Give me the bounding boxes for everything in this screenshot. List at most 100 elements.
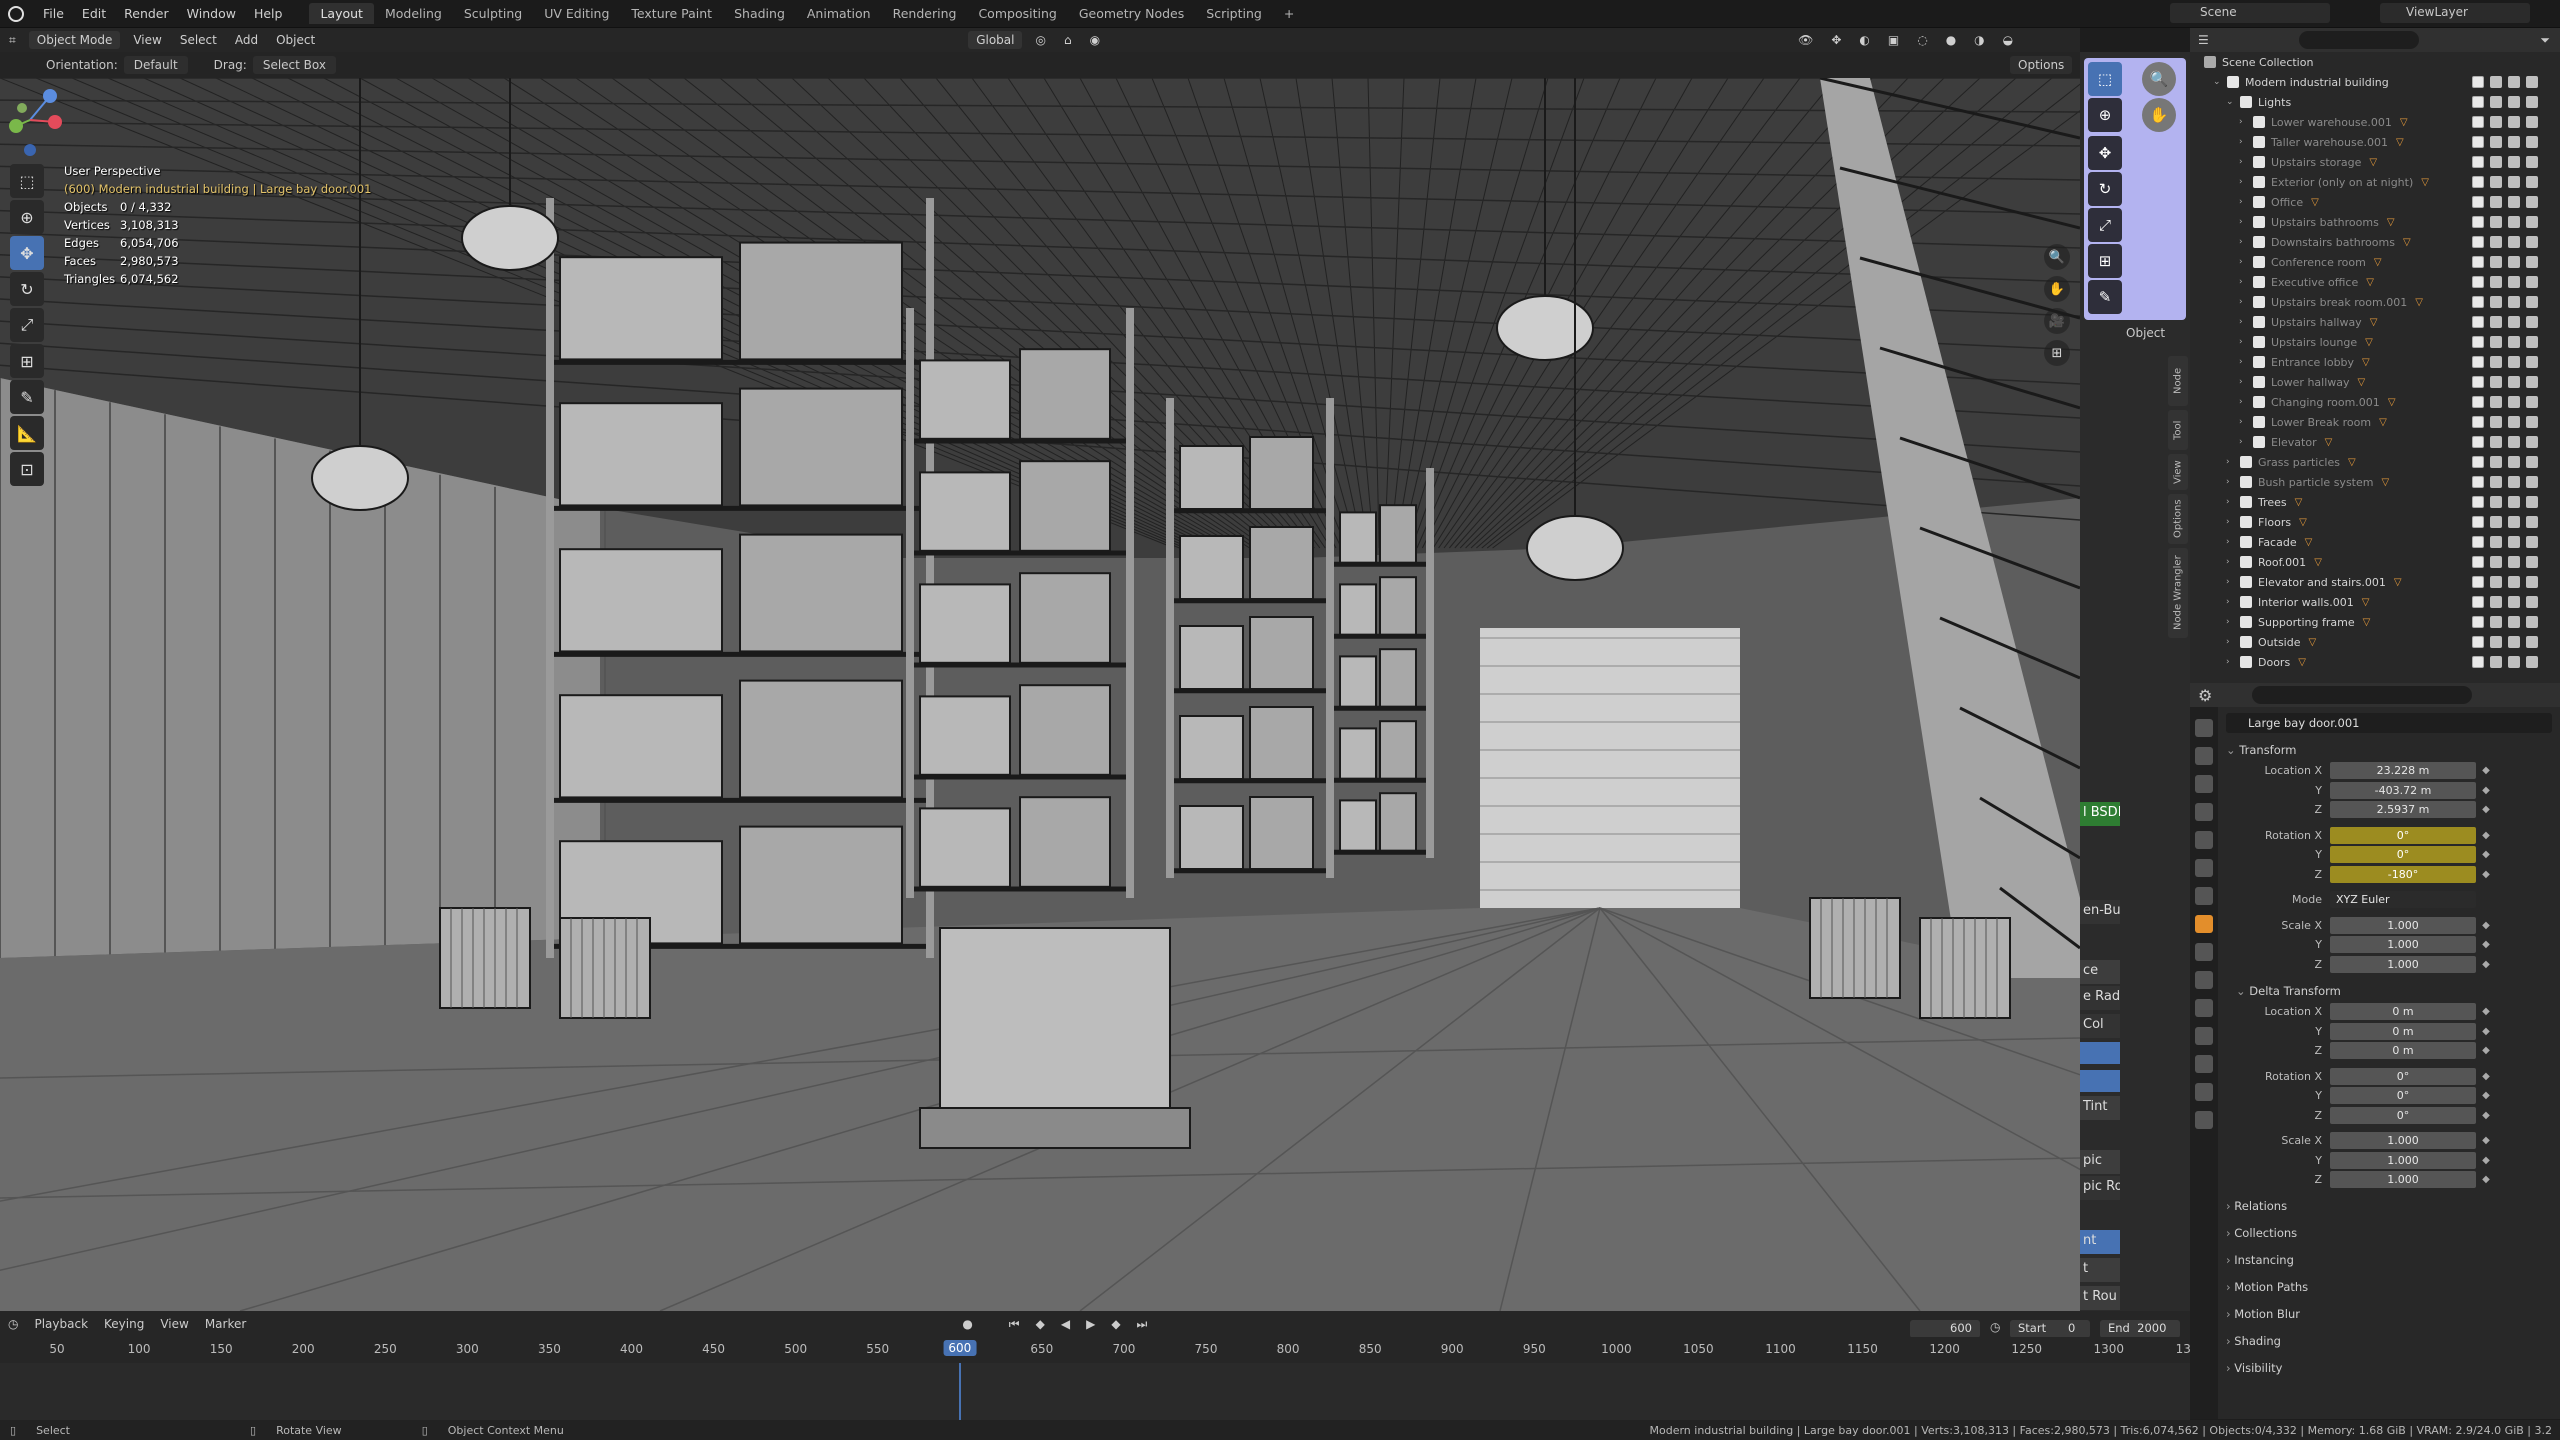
camera-icon[interactable] <box>2508 296 2520 308</box>
eye-icon[interactable] <box>2490 516 2502 528</box>
camera-icon[interactable] <box>2508 156 2520 168</box>
expand-arrow-icon[interactable]: › <box>2226 577 2236 587</box>
expand-arrow-icon[interactable]: › <box>2226 477 2236 487</box>
workspace-tab-animation[interactable]: Animation <box>796 3 882 24</box>
render-icon[interactable] <box>2526 336 2538 348</box>
checkbox-icon[interactable] <box>2472 416 2484 428</box>
checkbox-icon[interactable] <box>2472 156 2484 168</box>
eye-icon[interactable] <box>2490 596 2502 608</box>
eye-icon[interactable] <box>2490 256 2502 268</box>
material-tab-icon[interactable] <box>2195 1083 2213 1101</box>
render-icon[interactable] <box>2526 516 2538 528</box>
property-value-field[interactable]: 1.000 <box>2330 936 2476 954</box>
property-value-field[interactable]: -180° <box>2330 865 2476 883</box>
timeline-menu-marker[interactable]: Marker <box>197 1317 254 1331</box>
eye-icon[interactable] <box>2490 396 2502 408</box>
collapsed-section[interactable]: Relations <box>2226 1199 2552 1217</box>
filter-icon[interactable]: ⏷ <box>2540 33 2560 48</box>
property-value-field[interactable]: 0 m <box>2330 1042 2476 1060</box>
render-icon[interactable] <box>2526 96 2538 108</box>
camera-icon[interactable] <box>2508 396 2520 408</box>
collapsed-section[interactable]: Collections <box>2226 1226 2552 1244</box>
outliner-item[interactable]: ⌄ Lights <box>2190 92 2560 112</box>
property-value-field[interactable]: 2.5937 m <box>2330 801 2476 819</box>
eye-icon[interactable] <box>2490 376 2502 388</box>
expand-arrow-icon[interactable]: › <box>2226 557 2236 567</box>
eye-icon[interactable] <box>2490 216 2502 228</box>
collapsed-section[interactable]: Motion Paths <box>2226 1280 2552 1298</box>
expand-arrow-icon[interactable]: › <box>2239 277 2249 287</box>
expand-arrow-icon[interactable]: › <box>2239 217 2249 227</box>
cursor-tool-icon[interactable]: ⊕ <box>10 200 44 234</box>
node-select-icon[interactable]: ⬚ <box>2088 62 2122 96</box>
property-value-field[interactable]: 0 m <box>2330 1003 2476 1021</box>
checkbox-icon[interactable] <box>2472 216 2484 228</box>
camera-icon[interactable] <box>2508 276 2520 288</box>
render-icon[interactable] <box>2526 176 2538 188</box>
camera-icon[interactable] <box>2508 196 2520 208</box>
camera-icon[interactable] <box>2508 76 2520 88</box>
node-scale-icon[interactable]: ⤢ <box>2088 208 2122 242</box>
overlay-icon[interactable]: ◐ <box>1850 33 1878 47</box>
keyframe-icon[interactable]: ◆ <box>2476 1045 2496 1056</box>
mode-dropdown[interactable]: Object Mode <box>28 31 121 49</box>
texture-tab-icon[interactable] <box>2195 1111 2213 1129</box>
render-icon[interactable] <box>2526 496 2538 508</box>
render-icon[interactable] <box>2526 116 2538 128</box>
checkbox-icon[interactable] <box>2472 456 2484 468</box>
editor-type-icon[interactable]: ⌗ <box>0 33 25 48</box>
shading-material-icon[interactable]: ◑ <box>1965 33 1993 47</box>
color-swatch-1[interactable] <box>2080 1042 2120 1064</box>
camera-icon[interactable] <box>2508 356 2520 368</box>
expand-arrow-icon[interactable]: › <box>2239 177 2249 187</box>
eye-icon[interactable] <box>2490 156 2502 168</box>
outliner-item[interactable]: › Lower Break room ▽ <box>2190 412 2560 432</box>
camera-icon[interactable] <box>2508 316 2520 328</box>
3d-viewport[interactable]: ⬚ ⊕ ✥ ↻ ⤢ ⊞ ✎ 📐 ⊡ User Perspective (600)… <box>0 78 2080 1311</box>
expand-arrow-icon[interactable]: › <box>2239 337 2249 347</box>
render-icon[interactable] <box>2526 276 2538 288</box>
checkbox-icon[interactable] <box>2472 296 2484 308</box>
checkbox-icon[interactable] <box>2472 536 2484 548</box>
expand-arrow-icon[interactable]: › <box>2226 637 2236 647</box>
tab-view[interactable]: View <box>2168 454 2188 490</box>
keyframe-icon[interactable]: ◆ <box>2476 959 2496 970</box>
outliner-editor-icon[interactable]: ☰ <box>2190 33 2209 47</box>
visibility-icon[interactable]: 👁 <box>1789 33 1822 47</box>
render-icon[interactable] <box>2526 436 2538 448</box>
keyframe-icon[interactable]: ◆ <box>2476 765 2496 776</box>
outliner-item[interactable]: › Lower hallway ▽ <box>2190 372 2560 392</box>
node-transform-icon[interactable]: ⊞ <box>2088 244 2122 278</box>
checkbox-icon[interactable] <box>2472 556 2484 568</box>
render-icon[interactable] <box>2526 556 2538 568</box>
grid-toggle-icon[interactable]: ⊞ <box>2044 340 2070 366</box>
eye-icon[interactable] <box>2490 496 2502 508</box>
property-value-field[interactable]: 1.000 <box>2330 916 2476 934</box>
particles-tab-icon[interactable] <box>2195 971 2213 989</box>
expand-arrow-icon[interactable]: › <box>2239 137 2249 147</box>
camera-icon[interactable] <box>2508 136 2520 148</box>
view-layer-selector[interactable]: ViewLayer <box>2380 3 2530 23</box>
navigation-gizmo-icon[interactable] <box>0 78 70 168</box>
viewport-menu-view[interactable]: View <box>124 33 170 47</box>
node-annotate-icon[interactable]: ✎ <box>2088 280 2122 314</box>
camera-icon[interactable] <box>2508 636 2520 648</box>
eye-icon[interactable] <box>2490 576 2502 588</box>
eye-icon[interactable] <box>2490 616 2502 628</box>
camera-icon[interactable] <box>2508 236 2520 248</box>
outliner-item[interactable]: › Downstairs bathrooms ▽ <box>2190 232 2560 252</box>
prev-keyframe-icon[interactable]: ◆ <box>1028 1317 1053 1331</box>
outliner-item[interactable]: › Exterior (only on at night) ▽ <box>2190 172 2560 192</box>
camera-icon[interactable] <box>2508 476 2520 488</box>
outliner-item[interactable]: › Upstairs bathrooms ▽ <box>2190 212 2560 232</box>
collapsed-section[interactable]: Shading <box>2226 1334 2552 1352</box>
property-value-field[interactable]: 0° <box>2330 826 2476 844</box>
keyframe-icon[interactable]: ◆ <box>2476 1090 2496 1101</box>
end-frame-field[interactable]: End 2000 <box>2100 1320 2180 1338</box>
node-rotate-icon[interactable]: ↻ <box>2088 172 2122 206</box>
camera-icon[interactable] <box>2508 556 2520 568</box>
collapsed-section[interactable]: Visibility <box>2226 1361 2552 1379</box>
keyframe-icon[interactable]: ◆ <box>2476 1174 2496 1185</box>
outliner-item[interactable]: › Elevator and stairs.001 ▽ <box>2190 572 2560 592</box>
workspace-tab-sculpting[interactable]: Sculpting <box>453 3 533 24</box>
